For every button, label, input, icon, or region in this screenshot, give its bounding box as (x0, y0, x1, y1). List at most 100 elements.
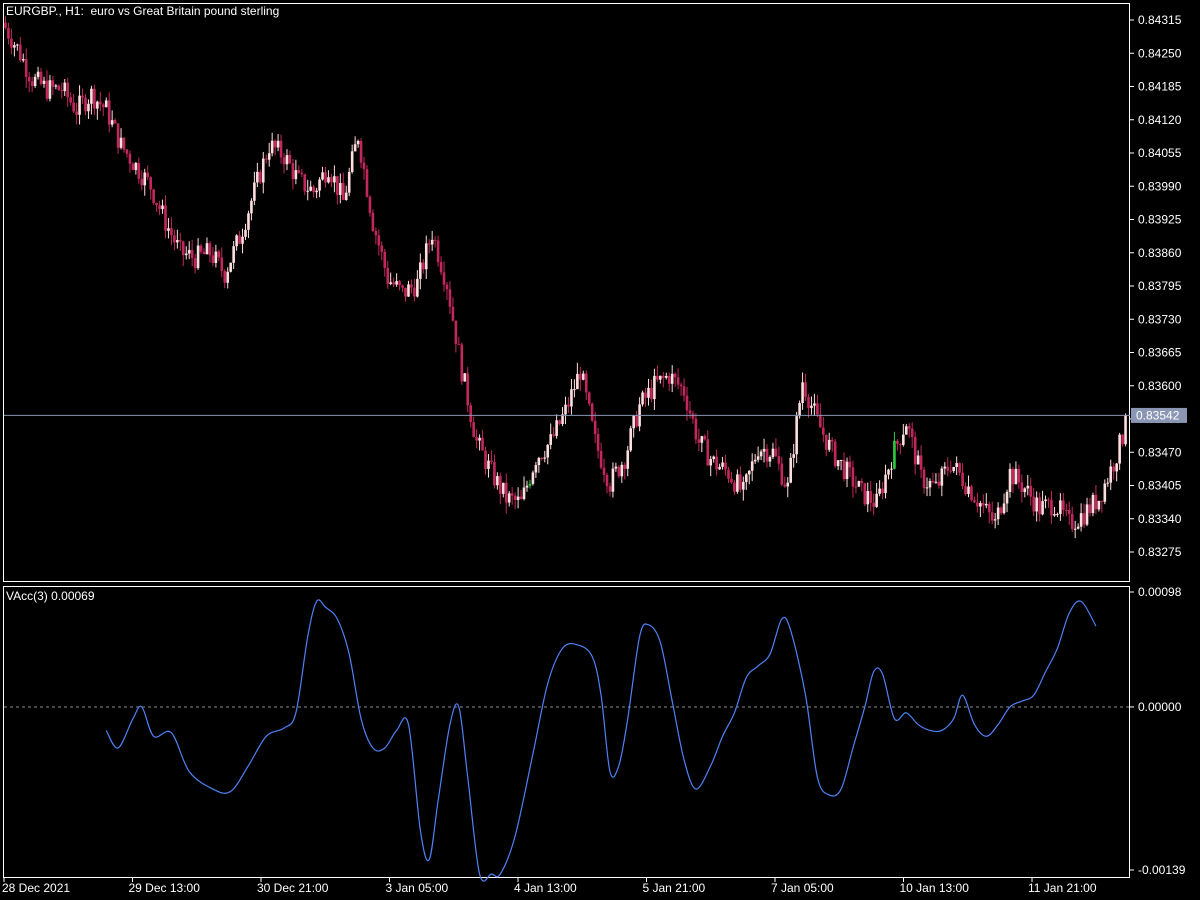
candle-body (884, 474, 887, 494)
candle-series (4, 16, 1127, 539)
candle-body (312, 186, 315, 193)
candle-body (279, 140, 283, 158)
candle-body (816, 403, 819, 415)
indicator-title: VAcc(3) 0.00069 (6, 589, 95, 603)
candle-body (365, 169, 369, 197)
candle-body (416, 278, 419, 297)
candle-body (996, 507, 1000, 520)
candle-body (167, 228, 170, 231)
candle-body (344, 192, 348, 200)
candle-body (1076, 526, 1080, 529)
candle-body (442, 272, 446, 285)
candle-body (842, 460, 846, 480)
time-tick-label: 3 Jan 05:00 (386, 881, 449, 895)
candle-body (1035, 497, 1038, 512)
time-tick-label: 28 Dec 2021 (2, 881, 70, 895)
candle-body (336, 176, 339, 195)
candle-body (27, 76, 31, 82)
candle-body (709, 459, 713, 466)
candle-body (549, 434, 553, 445)
candle-body (1026, 485, 1030, 489)
candle-body (724, 462, 727, 470)
time-tick-label: 30 Dec 21:00 (257, 881, 329, 895)
candle-body (1088, 504, 1092, 514)
candle-body (943, 466, 947, 469)
candle-body (964, 486, 967, 495)
candle-body (970, 486, 973, 501)
candle-body (66, 82, 70, 98)
indicator-name: VAcc(3) (6, 589, 48, 603)
candle-body (504, 482, 508, 503)
candle-body (614, 466, 618, 469)
candle-body (712, 456, 715, 460)
candle-body (45, 80, 49, 99)
candle-body (1103, 483, 1107, 502)
vacc-line (105, 599, 1097, 882)
candle-body (226, 271, 230, 283)
candle-body (413, 287, 416, 297)
candle-body (190, 250, 194, 259)
candle-body (753, 459, 757, 462)
candle-body (519, 496, 523, 500)
candle-body (407, 284, 410, 297)
candle-body (78, 95, 81, 115)
candle-body (765, 448, 769, 462)
candle-body (238, 235, 241, 244)
candle-body (576, 373, 579, 390)
candle-body (383, 251, 387, 268)
candle-body (199, 245, 203, 252)
candle-body (356, 140, 360, 145)
candle-body (267, 153, 271, 160)
candle-body (721, 462, 724, 467)
candle-body (101, 104, 105, 108)
candle-body (380, 245, 384, 252)
time-tick-label: 4 Jan 13:00 (514, 881, 577, 895)
candle-body (742, 481, 745, 490)
candle-body (13, 45, 16, 48)
price-tick-label: 0.83405 (1138, 479, 1182, 493)
candle-body (309, 186, 312, 191)
candle-body (830, 439, 834, 442)
candle-body (650, 387, 653, 400)
candle-body (48, 80, 52, 99)
candle-body (339, 183, 342, 195)
candle-body (84, 97, 87, 112)
chart-canvas[interactable]: 0.84315 0.84250 0.84185 0.84120 0.84055 0.839… (0, 0, 1200, 900)
candle-body (472, 422, 475, 438)
candle-body (451, 306, 455, 321)
candle-body (934, 481, 938, 483)
candle-body (780, 463, 784, 485)
candle-body (730, 478, 733, 483)
candle-body (664, 375, 668, 378)
candle-body (362, 162, 366, 170)
candle-body (608, 486, 612, 492)
candle-body (1020, 482, 1024, 493)
candle-body (632, 415, 635, 429)
candle-body (887, 469, 890, 475)
candle-body (750, 461, 754, 471)
price-axis: 0.84315 0.84250 0.84185 0.84120 0.84055 0.839… (1130, 13, 1182, 559)
price-tick-label: 0.84185 (1138, 80, 1182, 94)
candle-body (555, 420, 558, 436)
candle-body (777, 456, 781, 464)
candle-body (81, 95, 84, 98)
candle-body (457, 344, 461, 346)
candle-body (107, 100, 111, 125)
candle-body (987, 504, 991, 513)
candle-body (170, 228, 173, 236)
price-tick-label: 0.83730 (1138, 312, 1182, 326)
candle-body (827, 439, 831, 450)
candle-body (122, 137, 126, 150)
candle-body (949, 470, 953, 472)
candle-body (1038, 497, 1041, 515)
chart-window[interactable]: 0.84315 0.84250 0.84185 0.84120 0.84055 0.839… (0, 0, 1200, 900)
candle-body (93, 88, 96, 109)
candle-body (478, 437, 481, 441)
candle-body (232, 246, 235, 263)
candle-body (570, 389, 573, 407)
candle-body (487, 460, 490, 469)
candle-body (1100, 500, 1104, 502)
candle-body (143, 172, 147, 186)
candle-body (42, 80, 46, 84)
candle-body (513, 495, 517, 500)
